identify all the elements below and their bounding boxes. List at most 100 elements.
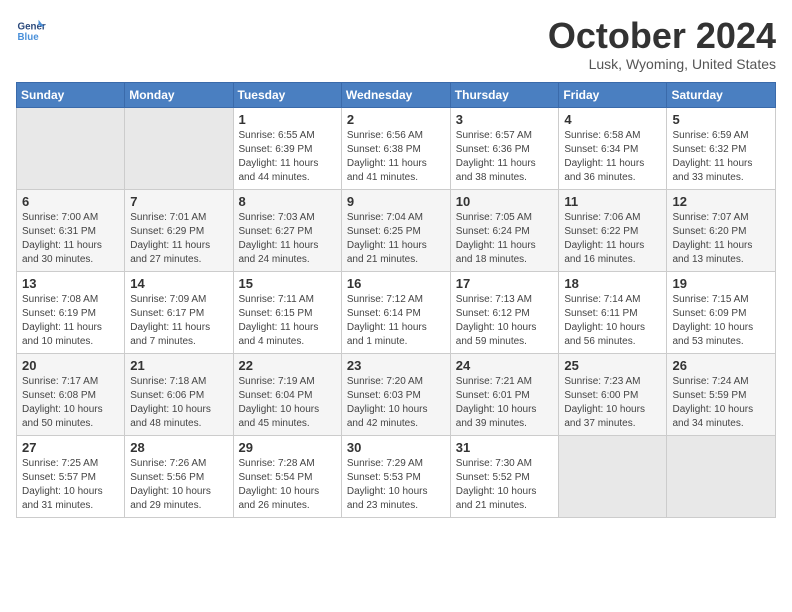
day-number: 5 — [672, 112, 770, 127]
day-info: Sunrise: 7:25 AM Sunset: 5:57 PM Dayligh… — [22, 457, 119, 513]
weekday-header-friday: Friday — [559, 82, 667, 107]
day-info: Sunrise: 7:00 AM Sunset: 6:31 PM Dayligh… — [22, 211, 119, 267]
weekday-header-wednesday: Wednesday — [341, 82, 450, 107]
day-number: 21 — [130, 358, 227, 373]
day-cell: 12 Sunrise: 7:07 AM Sunset: 6:20 PM Dayli… — [667, 189, 776, 271]
day-number: 23 — [347, 358, 445, 373]
day-cell: 8 Sunrise: 7:03 AM Sunset: 6:27 PM Daylig… — [233, 189, 341, 271]
day-number: 6 — [22, 194, 119, 209]
day-number: 29 — [239, 440, 336, 455]
day-number: 27 — [22, 440, 119, 455]
day-number: 7 — [130, 194, 227, 209]
day-cell: 4Sunrise: 6:58 AM Sunset: 6:34 PM Daylig… — [559, 107, 667, 189]
day-info: Sunrise: 7:15 AM Sunset: 6:09 PM Dayligh… — [672, 293, 770, 349]
day-info: Sunrise: 6:57 AM Sunset: 6:36 PM Dayligh… — [456, 129, 554, 185]
day-cell: 31 Sunrise: 7:30 AM Sunset: 5:52 PM Dayli… — [450, 435, 559, 517]
day-info: Sunrise: 7:13 AM Sunset: 6:12 PM Dayligh… — [456, 293, 554, 349]
day-cell: 15 Sunrise: 7:11 AM Sunset: 6:15 PM Dayli… — [233, 271, 341, 353]
day-number: 2 — [347, 112, 445, 127]
day-cell: 25Sunrise: 7:23 AM Sunset: 6:00 PM Dayli… — [559, 353, 667, 435]
day-cell: 11Sunrise: 7:06 AM Sunset: 6:22 PM Dayli… — [559, 189, 667, 271]
day-cell — [667, 435, 776, 517]
day-cell: 28 Sunrise: 7:26 AM Sunset: 5:56 PM Dayli… — [125, 435, 233, 517]
day-cell: 2 Sunrise: 6:56 AM Sunset: 6:38 PM Daylig… — [341, 107, 450, 189]
day-info: Sunrise: 7:11 AM Sunset: 6:15 PM Dayligh… — [239, 293, 336, 349]
day-number: 25 — [564, 358, 661, 373]
calendar-body: 1Sunrise: 6:55 AM Sunset: 6:39 PM Daylig… — [17, 107, 776, 517]
day-info: Sunrise: 7:20 AM Sunset: 6:03 PM Dayligh… — [347, 375, 445, 431]
day-cell — [559, 435, 667, 517]
day-info: Sunrise: 7:12 AM Sunset: 6:14 PM Dayligh… — [347, 293, 445, 349]
day-cell: 7Sunrise: 7:01 AM Sunset: 6:29 PM Daylig… — [125, 189, 233, 271]
month-title: October 2024 — [548, 16, 776, 56]
day-cell: 6 Sunrise: 7:00 AM Sunset: 6:31 PM Daylig… — [17, 189, 125, 271]
day-info: Sunrise: 7:21 AM Sunset: 6:01 PM Dayligh… — [456, 375, 554, 431]
day-info: Sunrise: 6:56 AM Sunset: 6:38 PM Dayligh… — [347, 129, 445, 185]
day-number: 13 — [22, 276, 119, 291]
day-number: 24 — [456, 358, 554, 373]
day-number: 11 — [564, 194, 661, 209]
day-cell: 3Sunrise: 6:57 AM Sunset: 6:36 PM Daylig… — [450, 107, 559, 189]
day-info: Sunrise: 6:58 AM Sunset: 6:34 PM Dayligh… — [564, 129, 661, 185]
weekday-header-saturday: Saturday — [667, 82, 776, 107]
day-cell: 1Sunrise: 6:55 AM Sunset: 6:39 PM Daylig… — [233, 107, 341, 189]
calendar-table: SundayMondayTuesdayWednesdayThursdayFrid… — [16, 82, 776, 518]
day-info: Sunrise: 7:24 AM Sunset: 5:59 PM Dayligh… — [672, 375, 770, 431]
day-cell: 19 Sunrise: 7:15 AM Sunset: 6:09 PM Dayli… — [667, 271, 776, 353]
svg-text:Blue: Blue — [18, 32, 40, 43]
day-number: 28 — [130, 440, 227, 455]
calendar-header: SundayMondayTuesdayWednesdayThursdayFrid… — [17, 82, 776, 107]
location-title: Lusk, Wyoming, United States — [548, 56, 776, 72]
weekday-header-thursday: Thursday — [450, 82, 559, 107]
day-info: Sunrise: 7:09 AM Sunset: 6:17 PM Dayligh… — [130, 293, 227, 349]
day-cell: 17 Sunrise: 7:13 AM Sunset: 6:12 PM Dayli… — [450, 271, 559, 353]
day-number: 10 — [456, 194, 554, 209]
day-info: Sunrise: 7:14 AM Sunset: 6:11 PM Dayligh… — [564, 293, 661, 349]
day-info: Sunrise: 7:03 AM Sunset: 6:27 PM Dayligh… — [239, 211, 336, 267]
day-info: Sunrise: 7:28 AM Sunset: 5:54 PM Dayligh… — [239, 457, 336, 513]
day-number: 20 — [22, 358, 119, 373]
day-number: 8 — [239, 194, 336, 209]
day-cell: 22Sunrise: 7:19 AM Sunset: 6:04 PM Dayli… — [233, 353, 341, 435]
day-cell — [125, 107, 233, 189]
day-cell: 24 Sunrise: 7:21 AM Sunset: 6:01 PM Dayli… — [450, 353, 559, 435]
header: General Blue October 2024 Lusk, Wyoming,… — [16, 16, 776, 72]
logo-icon: General Blue — [16, 16, 46, 46]
day-info: Sunrise: 7:05 AM Sunset: 6:24 PM Dayligh… — [456, 211, 554, 267]
day-cell: 10 Sunrise: 7:05 AM Sunset: 6:24 PM Dayli… — [450, 189, 559, 271]
day-info: Sunrise: 7:07 AM Sunset: 6:20 PM Dayligh… — [672, 211, 770, 267]
day-number: 12 — [672, 194, 770, 209]
day-cell: 30 Sunrise: 7:29 AM Sunset: 5:53 PM Dayli… — [341, 435, 450, 517]
day-cell: 29 Sunrise: 7:28 AM Sunset: 5:54 PM Dayli… — [233, 435, 341, 517]
day-cell: 5 Sunrise: 6:59 AM Sunset: 6:32 PM Daylig… — [667, 107, 776, 189]
day-number: 15 — [239, 276, 336, 291]
day-number: 9 — [347, 194, 445, 209]
day-number: 19 — [672, 276, 770, 291]
day-number: 18 — [564, 276, 661, 291]
day-cell: 23 Sunrise: 7:20 AM Sunset: 6:03 PM Dayli… — [341, 353, 450, 435]
day-number: 30 — [347, 440, 445, 455]
week-row-1: 1Sunrise: 6:55 AM Sunset: 6:39 PM Daylig… — [17, 107, 776, 189]
day-number: 26 — [672, 358, 770, 373]
day-info: Sunrise: 7:29 AM Sunset: 5:53 PM Dayligh… — [347, 457, 445, 513]
day-cell: 13Sunrise: 7:08 AM Sunset: 6:19 PM Dayli… — [17, 271, 125, 353]
logo: General Blue — [16, 16, 46, 46]
day-info: Sunrise: 7:19 AM Sunset: 6:04 PM Dayligh… — [239, 375, 336, 431]
day-number: 16 — [347, 276, 445, 291]
day-info: Sunrise: 6:59 AM Sunset: 6:32 PM Dayligh… — [672, 129, 770, 185]
day-info: Sunrise: 7:18 AM Sunset: 6:06 PM Dayligh… — [130, 375, 227, 431]
day-number: 17 — [456, 276, 554, 291]
day-info: Sunrise: 7:30 AM Sunset: 5:52 PM Dayligh… — [456, 457, 554, 513]
weekday-header-monday: Monday — [125, 82, 233, 107]
day-cell — [17, 107, 125, 189]
day-cell: 26 Sunrise: 7:24 AM Sunset: 5:59 PM Dayli… — [667, 353, 776, 435]
day-cell: 14Sunrise: 7:09 AM Sunset: 6:17 PM Dayli… — [125, 271, 233, 353]
day-info: Sunrise: 7:26 AM Sunset: 5:56 PM Dayligh… — [130, 457, 227, 513]
day-cell: 9Sunrise: 7:04 AM Sunset: 6:25 PM Daylig… — [341, 189, 450, 271]
week-row-4: 20Sunrise: 7:17 AM Sunset: 6:08 PM Dayli… — [17, 353, 776, 435]
title-area: October 2024 Lusk, Wyoming, United State… — [548, 16, 776, 72]
day-info: Sunrise: 6:55 AM Sunset: 6:39 PM Dayligh… — [239, 129, 336, 185]
svg-text:General: General — [18, 22, 47, 33]
week-row-5: 27 Sunrise: 7:25 AM Sunset: 5:57 PM Dayli… — [17, 435, 776, 517]
day-number: 31 — [456, 440, 554, 455]
